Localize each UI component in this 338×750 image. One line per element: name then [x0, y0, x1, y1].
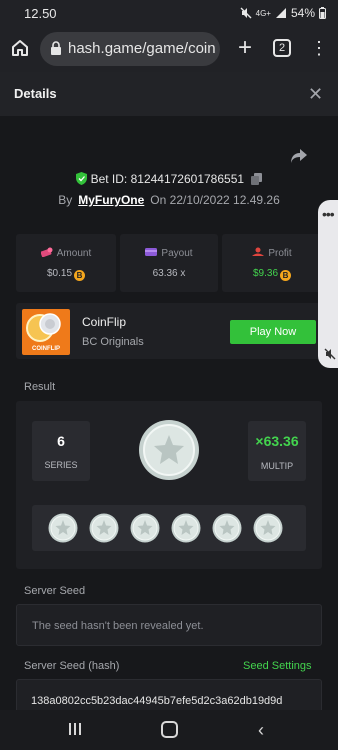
payout-icon: [145, 248, 158, 256]
coin-result-icon: [48, 513, 78, 543]
profit-icon: [252, 247, 265, 256]
new-tab-button[interactable]: +: [234, 36, 256, 60]
bet-datetime: 22/10/2022 12.49.26: [169, 193, 280, 207]
page-title: Details: [14, 86, 57, 101]
stat-payout-label: Payout: [161, 248, 193, 259]
series-box: 6 SERIES: [32, 421, 90, 481]
address-bar[interactable]: hash.game/game/coin: [40, 32, 220, 66]
stat-amount-label-row: Amount: [16, 247, 116, 259]
game-provider: BC Originals: [82, 336, 144, 348]
more-vert-icon[interactable]: ⋮: [310, 38, 328, 60]
recents-icon[interactable]: [68, 722, 82, 736]
stat-payout-label-row: Payout: [120, 247, 218, 259]
status-icons: 4G+ 54%: [240, 6, 326, 20]
shield-icon: [75, 172, 87, 185]
signal-icon: [275, 8, 286, 18]
server-seed-label: Server Seed: [24, 585, 86, 597]
coin-result-icon: [171, 513, 201, 543]
stat-profit-value: $9.36: [252, 268, 279, 279]
browser-toolbar: hash.game/game/coin + 2 ⋮: [0, 28, 338, 72]
on-label: On: [150, 193, 167, 207]
bet-id-row: Bet ID: 81244172601786551: [0, 172, 338, 186]
server-seed-hash-value: 138a0802cc5b23dac44945b7efe5d2c3a62db19d…: [31, 695, 283, 707]
coin-series-strip: [32, 505, 306, 551]
close-icon[interactable]: ✕: [308, 84, 323, 105]
stat-amount-value-row: $0.15 B: [16, 268, 116, 281]
multiplier-box: ×63.36 MULTIP: [248, 421, 306, 481]
multiplier-label: MULTIP: [260, 461, 294, 471]
stat-payout: Payout 63.36 x: [120, 234, 218, 292]
coin-result-icon: [89, 513, 119, 543]
play-now-button[interactable]: Play Now: [230, 320, 316, 344]
series-value: 6: [57, 433, 65, 449]
lock-icon: [51, 41, 61, 55]
status-time: 12.50: [24, 6, 57, 21]
result-label: Result: [24, 381, 56, 393]
multiplier-value: ×63.36: [255, 433, 299, 449]
game-card: COINFLIP CoinFlip BC Originals Play Now: [16, 303, 322, 359]
coin-result-icon: [253, 513, 283, 543]
copy-icon[interactable]: [251, 173, 263, 185]
floating-side-panel[interactable]: •••: [318, 200, 338, 368]
game-name: CoinFlip: [82, 315, 127, 329]
server-seed-field: The seed hasn't been revealed yet.: [16, 604, 322, 646]
by-label: By: [58, 193, 73, 207]
nav-home-icon[interactable]: [161, 721, 178, 738]
user-link[interactable]: MyFuryOne: [78, 193, 144, 207]
series-label: SERIES: [44, 460, 78, 470]
system-nav-bar: ‹: [0, 710, 338, 750]
url-text: hash.game/game/coin: [68, 40, 216, 57]
server-seed-text: The seed hasn't been revealed yet.: [32, 620, 204, 632]
server-seed-hash-label: Server Seed (hash): [24, 660, 120, 672]
battery-icon: [319, 7, 326, 19]
stat-payout-value: 63.36 x: [152, 268, 186, 279]
back-icon[interactable]: ‹: [258, 720, 264, 741]
stat-amount-value: $0.15: [46, 268, 73, 279]
mute-icon: [240, 7, 252, 19]
stat-profit-label-row: Profit: [222, 247, 322, 259]
result-panel: 6 SERIES ×63.36 MULTIP: [16, 401, 322, 569]
stat-profit: Profit $9.36 B: [222, 234, 322, 292]
coin-result-icon: [212, 513, 242, 543]
network-label: 4G+: [255, 8, 271, 18]
status-bar: 12.50 4G+ 54%: [0, 0, 338, 28]
coinflip-thumbnail[interactable]: COINFLIP: [22, 309, 70, 355]
stat-profit-value-row: $9.36 B: [222, 268, 322, 281]
bet-id-label: Bet ID:: [90, 172, 131, 186]
thumbnail-label: COINFLIP: [32, 346, 60, 352]
seed-settings-link[interactable]: Seed Settings: [243, 660, 312, 672]
tabs-button[interactable]: 2: [273, 39, 291, 57]
amount-icon: [40, 247, 53, 258]
stat-profit-label: Profit: [268, 248, 292, 259]
home-icon[interactable]: [10, 38, 30, 58]
more-horiz-icon[interactable]: •••: [322, 206, 335, 222]
share-icon[interactable]: [290, 148, 308, 164]
coin-result-icon: [130, 513, 160, 543]
stat-amount-label: Amount: [56, 248, 92, 259]
btc-coin-icon: B: [280, 270, 292, 281]
mute-icon[interactable]: [324, 348, 336, 360]
stat-amount: Amount $0.15 B: [16, 234, 116, 292]
btc-coin-icon: B: [74, 270, 86, 281]
result-coin-icon: [139, 420, 199, 480]
details-header: Details ✕: [0, 72, 338, 116]
bet-id-value: 81244172601786551: [130, 172, 245, 186]
bet-by-row: By MyFuryOne On 22/10/2022 12.49.26: [0, 193, 338, 207]
battery-percent: 54%: [290, 6, 315, 20]
